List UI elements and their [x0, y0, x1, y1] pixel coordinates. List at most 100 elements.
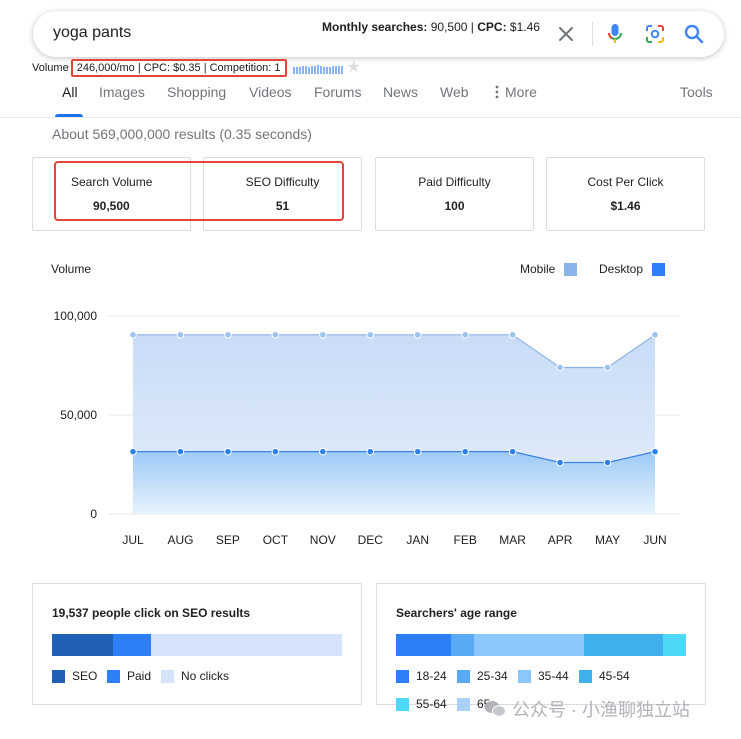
x-tick-label: DEC: [358, 533, 384, 547]
monthly-searches-label: Monthly searches:: [322, 20, 428, 34]
legend-swatch: [457, 697, 470, 711]
chart-title: Volume: [51, 262, 92, 276]
legend-mobile-label: Mobile: [520, 262, 556, 276]
bar-segment: [451, 634, 475, 656]
mobile-point: [224, 331, 232, 339]
active-tab-indicator: [55, 114, 83, 117]
legend-desktop: Desktop: [599, 262, 666, 276]
x-tick-label: FEB: [454, 533, 477, 547]
legend-desktop-swatch: [652, 262, 666, 276]
desktop-point: [508, 447, 517, 456]
watermark-text: 公众号 · 小渔聊独立站: [512, 700, 690, 720]
separator: |: [470, 20, 474, 34]
results-count: About 569,000,000 results (0.35 seconds): [52, 126, 312, 142]
cpc-value: $1.46: [509, 20, 540, 34]
tab-images[interactable]: Images: [99, 84, 145, 100]
clicks-title: 19,537 people click on SEO results: [52, 606, 251, 620]
bar-segment: [662, 634, 686, 656]
tools-button[interactable]: Tools: [680, 84, 713, 100]
sparkline-bar: [340, 66, 343, 74]
microphone-icon[interactable]: [603, 22, 627, 46]
sparkline-bar: [325, 67, 328, 74]
tab-more-label: More: [505, 84, 537, 100]
volume-strip: Volume 246,000/mo | CPC: $0.35 | Competi…: [32, 59, 361, 77]
metric-value: 90,500: [93, 199, 130, 213]
x-tick-label: MAR: [499, 533, 526, 547]
legend-label: 45-54: [599, 669, 630, 683]
sparkline-bar: [304, 66, 307, 74]
tab-videos[interactable]: Videos: [249, 84, 292, 100]
star-icon[interactable]: ★: [347, 60, 361, 76]
tab-more[interactable]: More: [495, 84, 537, 100]
clear-icon[interactable]: [554, 22, 578, 46]
legend-label: 25-34: [477, 669, 508, 683]
tab-web[interactable]: Web: [440, 84, 469, 100]
search-icon[interactable]: [682, 22, 706, 46]
desktop-point: [366, 447, 375, 456]
volume-trend-sparkline: [292, 62, 343, 74]
more-vert-icon: [495, 85, 499, 99]
x-tick-label: JAN: [406, 533, 429, 547]
metric-label: Search Volume: [71, 175, 153, 189]
legend-mobile-swatch: [564, 262, 578, 276]
metric-card-seo-difficulty: SEO Difficulty 51: [203, 157, 362, 231]
monthly-searches-summary: Monthly searches: 90,500 | CPC: $1.46: [322, 20, 540, 34]
search-tabs: All Images Shopping Videos Forums News W…: [0, 82, 741, 118]
legend-label: 35-44: [538, 669, 569, 683]
age-title: Searchers' age range: [396, 606, 517, 620]
desktop-point: [603, 458, 612, 467]
bar-segment: [112, 634, 151, 656]
legend-swatch: [518, 669, 531, 683]
tab-news[interactable]: News: [383, 84, 418, 100]
x-tick-label: NOV: [310, 533, 336, 547]
bar-segment: [584, 634, 663, 656]
desktop-point: [271, 447, 280, 456]
metric-value: 100: [444, 199, 465, 213]
volume-stats: 246,000/mo | CPC: $0.35 | Competition: 1: [70, 59, 287, 77]
mobile-point: [603, 363, 612, 372]
search-query[interactable]: yoga pants: [53, 24, 131, 42]
wechat-icon: [484, 701, 506, 717]
metric-label: Paid Difficulty: [418, 175, 491, 189]
legend-55-64: 55-64: [396, 697, 447, 711]
mobile-point: [271, 331, 280, 339]
x-tick-label: JUN: [643, 533, 666, 547]
desktop-point: [413, 447, 422, 456]
sparkline-bar: [331, 66, 334, 74]
sparkline-bar: [307, 67, 310, 74]
sparkline-bar: [328, 67, 331, 74]
y-tick-label: 100,000: [54, 309, 98, 323]
legend-seo: SEO: [52, 669, 97, 683]
mobile-point: [319, 331, 327, 339]
desktop-point: [651, 447, 659, 456]
search-bar[interactable]: yoga pants Monthly searches: 90,500 | CP…: [33, 11, 724, 57]
legend-35-44: 35-44: [518, 669, 569, 683]
legend-desktop-label: Desktop: [599, 262, 644, 276]
tab-all[interactable]: All: [62, 84, 78, 100]
legend-mobile: Mobile: [520, 262, 578, 276]
sparkline-bar: [319, 66, 322, 74]
legend-no-clicks: No clicks: [161, 669, 229, 683]
y-tick-label: 0: [90, 507, 97, 521]
cpc-label: CPC:: [477, 20, 507, 34]
clicks-card: 19,537 people click on SEO results SEO P…: [32, 583, 362, 705]
legend-label: No clicks: [181, 669, 230, 683]
watermark: 公众号 · 小渔聊独立站: [484, 696, 690, 722]
mobile-point: [461, 331, 469, 339]
sparkline-bar: [292, 67, 295, 74]
sparkline-bar: [295, 67, 298, 74]
metric-label: SEO Difficulty: [245, 175, 320, 189]
y-tick-label: 50,000: [60, 408, 97, 422]
legend-swatch: [457, 669, 470, 683]
mobile-point: [508, 331, 517, 339]
sparkline-bar: [313, 66, 316, 74]
mobile-point: [556, 363, 564, 372]
legend-18-24: 18-24: [396, 669, 447, 683]
x-tick-label: AUG: [167, 533, 193, 547]
desktop-point: [556, 458, 564, 467]
monthly-searches-value: 90,500: [430, 20, 468, 34]
tab-shopping[interactable]: Shopping: [167, 84, 226, 100]
camera-lens-icon[interactable]: [643, 22, 667, 46]
desktop-point: [176, 447, 185, 456]
tab-forums[interactable]: Forums: [314, 84, 361, 100]
